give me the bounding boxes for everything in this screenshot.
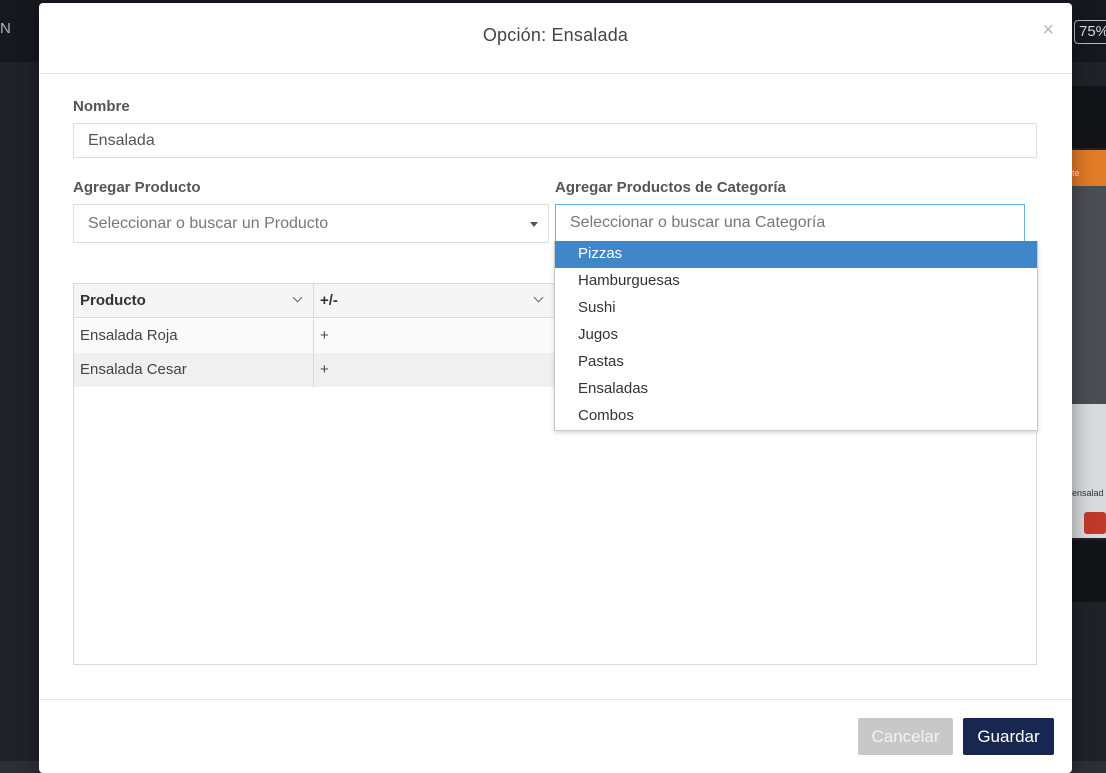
nombre-input[interactable]: Ensalada	[73, 123, 1037, 158]
close-icon[interactable]: ×	[1042, 19, 1054, 42]
agregar-categoria-label: Agregar Productos de Categoría	[555, 179, 786, 196]
cancel-button[interactable]: Cancelar	[858, 718, 953, 755]
column-header-sign[interactable]: +/-	[314, 284, 555, 318]
background-panel	[1072, 186, 1106, 404]
dropdown-option-combos[interactable]: Combos	[555, 403, 1037, 430]
dropdown-option-pizzas[interactable]: Pizzas	[555, 241, 1037, 268]
dropdown-option-hamburguesas[interactable]: Hamburguesas	[555, 268, 1037, 295]
cell-sign: +	[314, 353, 555, 387]
modal-title: Opción: Ensalada	[482, 25, 629, 45]
chevron-down-icon	[533, 292, 544, 303]
background-card-text: ensalad	[1072, 488, 1104, 498]
column-header-label: +/-	[320, 292, 338, 309]
cell-producto: Ensalada Cesar	[74, 353, 314, 387]
background-left-text: N	[0, 20, 11, 37]
category-search-input[interactable]: Seleccionar o buscar una Categoría	[555, 204, 1025, 242]
dropdown-option-pastas[interactable]: Pastas	[555, 349, 1037, 376]
category-dropdown: Pizzas Hamburguesas Sushi Jugos Pastas E…	[554, 241, 1038, 431]
background-orange-tab-text: te	[1072, 168, 1080, 178]
background-orange-tab: te	[1072, 150, 1106, 186]
product-select[interactable]: Seleccionar o buscar un Producto	[73, 204, 549, 243]
dropdown-option-sushi[interactable]: Sushi	[555, 295, 1037, 322]
dropdown-option-ensaladas[interactable]: Ensaladas	[555, 376, 1037, 403]
cell-sign: +	[314, 319, 555, 353]
caret-down-icon	[530, 222, 538, 227]
chevron-down-icon	[292, 292, 303, 303]
nombre-label: Nombre	[73, 98, 130, 115]
background-zoom-indicator: 75%	[1074, 20, 1106, 44]
nombre-input-value: Ensalada	[88, 131, 155, 149]
dropdown-option-jugos[interactable]: Jugos	[555, 322, 1037, 349]
category-search-placeholder: Seleccionar o buscar una Categoría	[570, 214, 826, 231]
modal-header: Opción: Ensalada ×	[39, 3, 1072, 74]
cell-producto: Ensalada Roja	[74, 319, 314, 353]
save-button[interactable]: Guardar	[963, 718, 1054, 755]
background-card-button	[1084, 512, 1106, 534]
column-header-label: Producto	[80, 292, 146, 309]
product-select-placeholder: Seleccionar o buscar un Producto	[88, 214, 329, 232]
option-modal: Opción: Ensalada × Nombre Ensalada Agreg…	[39, 3, 1072, 773]
background-card: ensalad	[1072, 404, 1106, 538]
agregar-producto-label: Agregar Producto	[73, 179, 201, 196]
modal-footer-divider	[39, 699, 1072, 700]
background-panel	[1072, 86, 1106, 148]
column-header-producto[interactable]: Producto	[74, 284, 314, 318]
background-panel	[1072, 540, 1106, 602]
